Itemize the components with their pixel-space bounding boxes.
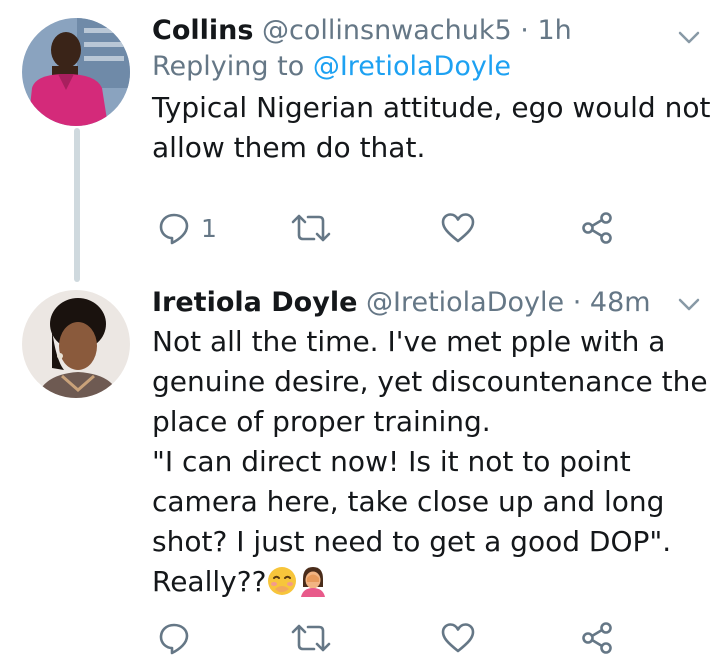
reply-icon [159,623,189,655]
tweet-text: Typical Nigerian attitude, ego would not… [152,88,720,168]
tweet-text-line: genuine desire, yet discountenance the [152,365,708,398]
separator-dot: · [572,287,582,318]
avatar[interactable] [22,290,130,398]
avatar[interactable] [22,18,130,126]
chevron-down-icon[interactable] [678,298,700,312]
retweet-button[interactable] [290,618,332,658]
share-button[interactable] [580,618,614,658]
like-button[interactable] [440,208,476,248]
tweet-actions [152,618,720,658]
tweet-header: Iretiola Doyle @IretiolaDoyle · 48m [152,286,720,320]
replying-prefix: Replying to [152,51,305,82]
tweet-text-line-last: Really?? [152,562,720,602]
display-name[interactable]: Iretiola Doyle [152,287,357,318]
share-icon [582,212,612,244]
timestamp[interactable]: 1h [537,15,571,46]
heart-icon [441,213,475,243]
display-name[interactable]: Collins [152,15,253,46]
tweet-collins: Collins @collinsnwachuk5 · 1h Replying t… [152,14,720,168]
reply-button[interactable] [157,618,191,658]
share-icon [582,622,612,654]
tweet-text: Not all the time. I've met pple with a g… [152,322,720,602]
reply-count: 1 [201,213,217,243]
chevron-down-icon[interactable] [678,31,700,45]
like-button[interactable] [440,618,476,658]
smiling-face-with-hand-over-mouth-icon [268,567,297,595]
tweet-text-line: place of proper training. [152,405,491,438]
tweet-text-line: allow them do that. [152,131,426,164]
separator-dot: · [520,15,529,46]
handle[interactable]: @collinsnwachuk5 [262,15,512,46]
tweet-text-line: Really?? [152,565,267,598]
tweet-text-line: "I can direct now! Is it not to point [152,445,631,478]
tweet-text-line: Not all the time. I've met pple with a [152,325,666,358]
retweet-button[interactable] [290,208,332,248]
reply-icon [159,213,189,245]
handle[interactable]: @IretiolaDoyle [366,287,564,318]
tweet-iretiola-doyle: Iretiola Doyle @IretiolaDoyle · 48m Not … [152,286,720,602]
replying-to: Replying to @IretiolaDoyle [152,50,720,84]
heart-icon [441,623,475,653]
timestamp[interactable]: 48m [590,287,651,318]
tweet-text-line: camera here, take close up and long [152,485,665,518]
person-facepalming-icon [301,567,326,597]
tweet-text-line: shot? I just need to get a good DOP". [152,525,672,558]
share-button[interactable] [580,208,614,248]
tweet-actions: 1 [152,208,720,248]
tweet-header: Collins @collinsnwachuk5 · 1h [152,14,720,48]
thread-connector-line [74,128,80,282]
tweet-text-line: Typical Nigerian attitude, ego would not [152,91,711,124]
retweet-icon [291,214,331,242]
retweet-icon [291,624,331,652]
reply-button[interactable]: 1 [157,208,217,248]
mention-link[interactable]: @IretiolaDoyle [313,51,511,82]
